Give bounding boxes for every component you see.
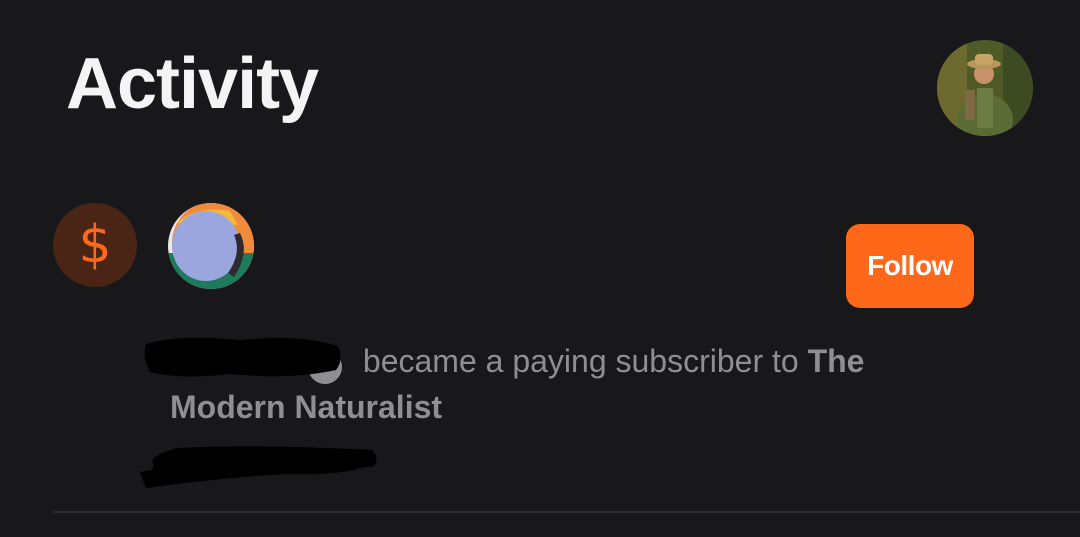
profile-avatar[interactable] [937,40,1033,136]
profile-photo-icon [937,40,1033,136]
follow-button[interactable]: Follow [846,224,974,308]
timestamp-redaction [140,446,377,488]
publication-logo-icon [168,203,254,289]
divider [53,511,1080,513]
publication-avatar[interactable] [168,203,254,289]
dollar-icon: $ [53,203,137,287]
activity-action-text: became a paying subscriber to [354,343,808,379]
page-title: Activity [66,44,319,124]
subscriber-name-redaction [144,337,341,377]
